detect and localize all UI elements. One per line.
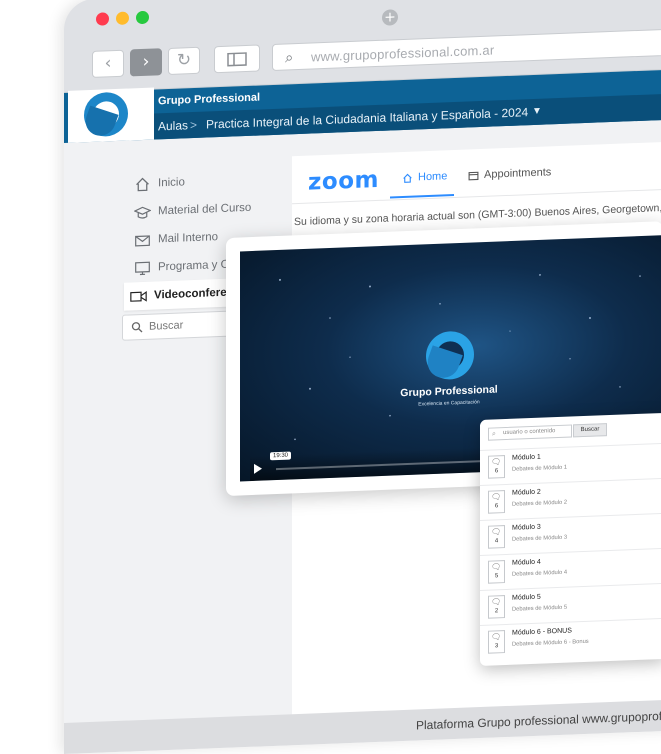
module-title[interactable]: Módulo 3 xyxy=(512,524,541,532)
sidebar-item-mail[interactable]: Mail Interno xyxy=(134,226,218,251)
forum-count-badge: 🗨 6 xyxy=(488,455,505,479)
module-subtitle: Debates de Módulo 6 - Bonus xyxy=(512,638,589,648)
module-subtitle: Debates de Módulo 4 xyxy=(512,569,568,578)
breadcrumb-separator: > xyxy=(190,117,198,133)
time-tooltip: 19:30 xyxy=(270,451,292,461)
chat-icon: 🗨 xyxy=(491,527,502,537)
forum-count-badge: 🗨 5 xyxy=(488,560,505,584)
chat-icon: 🗨 xyxy=(491,632,502,642)
sidebar-item-label: Mail Interno xyxy=(158,231,219,246)
search-icon: ⌕ xyxy=(285,48,294,67)
logo-icon xyxy=(84,91,128,138)
module-subtitle: Debates de Módulo 2 xyxy=(512,499,568,508)
module-title[interactable]: Módulo 5 xyxy=(512,594,541,602)
forum-search-button[interactable]: Buscar xyxy=(573,423,607,438)
module-subtitle: Debates de Módulo 1 xyxy=(512,464,568,473)
module-subtitle: Debates de Módulo 3 xyxy=(512,534,568,543)
forum-count-badge: 🗨 6 xyxy=(488,490,505,514)
forward-button[interactable]: › xyxy=(130,48,162,77)
post-count: 4 xyxy=(494,538,499,545)
chat-icon: 🗨 xyxy=(491,597,502,607)
chat-icon: 🗨 xyxy=(491,492,502,502)
breadcrumb-root[interactable]: Aulas xyxy=(158,118,188,133)
forum-count-badge: 🗨 2 xyxy=(488,595,505,619)
sidebar-item-label: Inicio xyxy=(158,176,185,190)
calendar-icon xyxy=(468,171,479,180)
forum-search-placeholder: usuario o contenido xyxy=(503,428,556,437)
module-title[interactable]: Módulo 6 - BONUS xyxy=(512,627,572,636)
tab-appointments-label: Appointments xyxy=(484,166,552,181)
mockup-stage: + ‹ › ↻ ⌕ www.grupoprofessional.com.ar G… xyxy=(0,0,661,754)
list-item[interactable]: 🗨 3 Módulo 6 - BONUS Debates de Módulo 6 - … xyxy=(480,617,661,660)
tab-appointments[interactable]: Appointments xyxy=(468,166,551,181)
new-tab-button[interactable]: + xyxy=(382,9,398,26)
forum-count-badge: 🗨 4 xyxy=(488,525,505,549)
chat-icon: 🗨 xyxy=(491,457,502,467)
tab-home[interactable]: Home xyxy=(402,170,447,184)
post-count: 3 xyxy=(494,643,499,650)
post-count: 5 xyxy=(494,573,499,580)
home-icon xyxy=(136,177,149,191)
sidebar-item-inicio[interactable]: Inicio xyxy=(134,171,185,195)
address-bar[interactable]: ⌕ www.grupoprofessional.com.ar xyxy=(272,27,661,72)
sidebar-item-label: Material del Curso xyxy=(158,201,252,218)
module-subtitle: Debates de Módulo 5 xyxy=(512,604,568,613)
module-title[interactable]: Módulo 1 xyxy=(512,454,541,462)
sidebar-item-material[interactable]: Material del Curso xyxy=(134,197,251,224)
footer-text: Plataforma Grupo professional www.grupop… xyxy=(416,705,661,733)
search-icon xyxy=(131,322,143,333)
url-text: www.grupoprofessional.com.ar xyxy=(311,42,495,65)
sidebar-icon xyxy=(227,52,247,67)
graduation-cap-icon xyxy=(134,206,151,219)
forum-search-input[interactable]: ⌕ usuario o contenido xyxy=(488,424,572,441)
reload-button[interactable]: ↻ xyxy=(168,46,200,76)
monitor-icon xyxy=(135,261,150,275)
search-icon: ⌕ xyxy=(492,429,496,438)
sidebar-toggle-button[interactable] xyxy=(214,44,260,74)
search-placeholder: Buscar xyxy=(149,319,184,333)
module-title[interactable]: Módulo 2 xyxy=(512,489,541,497)
video-camera-icon xyxy=(130,290,147,302)
minimize-window-button[interactable] xyxy=(116,11,129,26)
post-count: 2 xyxy=(494,608,499,615)
post-count: 6 xyxy=(494,468,499,475)
play-icon[interactable] xyxy=(254,463,262,474)
chevron-down-icon[interactable]: ▼ xyxy=(532,106,542,117)
forum-count-badge: 🗨 3 xyxy=(488,630,505,654)
forum-card: ⌕ usuario o contenido Buscar 🗨 6 Módulo 1D… xyxy=(480,412,661,666)
module-title[interactable]: Módulo 4 xyxy=(512,559,541,567)
post-count: 6 xyxy=(494,503,499,510)
site-title: Grupo Professional xyxy=(158,91,261,108)
site-logo[interactable] xyxy=(68,87,154,143)
close-window-button[interactable] xyxy=(96,12,109,26)
maximize-window-button[interactable] xyxy=(136,10,149,25)
back-button[interactable]: ‹ xyxy=(92,49,124,78)
chat-icon: 🗨 xyxy=(491,562,502,572)
mail-icon xyxy=(135,234,150,246)
tab-home-label: Home xyxy=(418,170,448,184)
zoom-logo: zoom xyxy=(308,166,379,196)
home-icon xyxy=(403,173,412,183)
